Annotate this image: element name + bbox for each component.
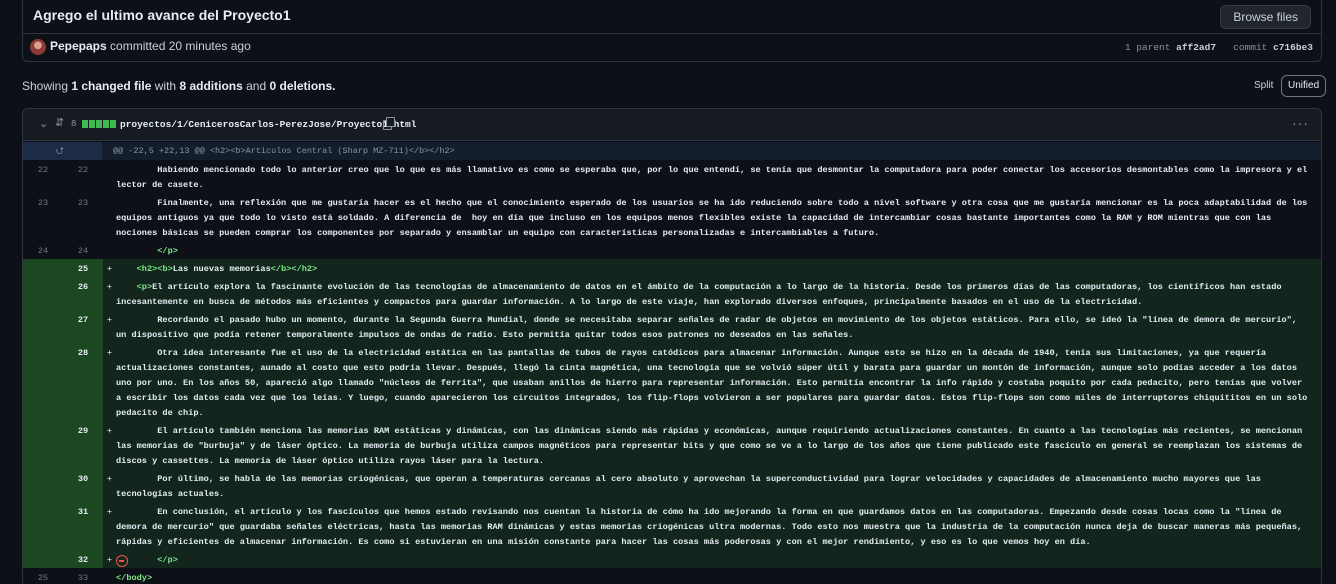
committed-time: committed 20 minutes ago (110, 39, 251, 53)
new-line-number[interactable]: 27 (63, 310, 103, 343)
diff-line-added: 28 + Otra idea interesante fue el uso de … (23, 343, 1321, 421)
new-line-number[interactable]: 30 (63, 469, 103, 502)
diff-sign (103, 193, 116, 241)
diff-line-added: 27 + Recordando el pasado hubo un momento… (23, 310, 1321, 343)
diff-line-added: 25 + <h2><b>Las nuevas memorias</b></h2> (23, 259, 1321, 277)
split-view-button[interactable]: Split (1247, 76, 1280, 96)
code-text: Finalmente, una reflexión que me gustarí… (116, 198, 1313, 238)
new-line-number[interactable]: 31 (63, 502, 103, 550)
file-path[interactable]: proyectos/1/CenicerosCarlos-PerezJose/Pr… (120, 119, 416, 130)
new-line-number[interactable]: 25 (63, 259, 103, 277)
summary-deletions: 0 deletions. (269, 79, 336, 93)
diff-sign: + (106, 282, 113, 292)
hunk-header: ⮍ @@ -22,5 +22,13 @@ <h2><b>Articulos Ce… (23, 142, 1321, 160)
old-line-number[interactable] (23, 343, 63, 421)
expand-icon[interactable]: ⇵ (55, 116, 64, 129)
diff-line-context: 22 22 Habiendo mencionado todo lo anterio… (23, 160, 1321, 193)
summary-and: and (246, 79, 267, 93)
diff-body: 22 22 Habiendo mencionado todo lo anterio… (23, 160, 1321, 584)
summary-middle: with (154, 79, 177, 93)
new-line-number[interactable]: 23 (63, 193, 103, 241)
old-line-number[interactable]: 24 (23, 241, 63, 259)
unified-view-button[interactable]: Unified (1281, 75, 1327, 97)
code-text: Otra idea interesante fue el uso de la e… (116, 348, 1313, 418)
commit-label: commit (1233, 42, 1268, 53)
old-line-number[interactable]: 25 (23, 568, 63, 584)
new-line-number[interactable]: 26 (63, 277, 103, 310)
diff-line-added: 31 + En conclusión, el artículo y los fas… (23, 502, 1321, 550)
code-text: Recordando el pasado hubo un momento, du… (116, 315, 1303, 340)
no-entry-icon (116, 555, 128, 567)
file-diff: ⌄ ⇵ 8 proyectos/1/CenicerosCarlos-PerezJ… (22, 108, 1322, 584)
old-line-number[interactable]: 23 (23, 193, 63, 241)
commit-hashes: 1 parent aff2ad7 commit c716be3 (1125, 42, 1313, 53)
diff-line-context: 24 24 </p> (23, 241, 1321, 259)
kebab-icon[interactable]: ··· (1292, 115, 1309, 131)
old-line-number[interactable]: 22 (23, 160, 63, 193)
commit-meta: Pepepaps committed 20 minutes ago 1 pare… (23, 33, 1321, 61)
old-line-number[interactable] (23, 310, 63, 343)
hunk-expander[interactable]: ⮍ (23, 142, 102, 160)
diff-summary: Showing 1 changed file with 8 additions … (22, 79, 336, 93)
code-text: <p>El artículo explora la fascinante evo… (116, 282, 1287, 307)
old-line-number[interactable] (23, 469, 63, 502)
code-text: </p> (157, 246, 178, 256)
diff-line-context: 25 33 </body> (23, 568, 1321, 584)
code-text: Habiendo mencionado todo lo anterior cre… (116, 165, 1313, 190)
commit-hash: c716be3 (1273, 42, 1313, 53)
diff-sign: + (106, 348, 113, 358)
summary-prefix: Showing (22, 79, 69, 93)
diff-line-added: 29 + El artículo también menciona las mem… (23, 421, 1321, 469)
summary-files[interactable]: 1 changed file (71, 79, 151, 93)
code-text: </p> (157, 555, 178, 565)
old-line-number[interactable] (23, 421, 63, 469)
new-line-number[interactable]: 32 (63, 550, 103, 568)
diff-sign: + (106, 426, 113, 436)
new-line-number[interactable]: 29 (63, 421, 103, 469)
code-text: El artículo también menciona las memoria… (116, 426, 1308, 466)
change-count: 8 (71, 119, 77, 129)
avatar[interactable] (30, 39, 46, 55)
code-text: <h2><b>Las nuevas memorias</b></h2> (136, 264, 318, 274)
copy-icon[interactable] (383, 117, 395, 130)
diff-sign: + (106, 507, 113, 517)
diffstat-blocks (82, 120, 116, 128)
parent-hash-link[interactable]: aff2ad7 (1176, 42, 1216, 53)
parent-label: 1 parent (1124, 42, 1171, 53)
commit-header: Agrego el ultimo avance del Proyecto1 Br… (22, 0, 1322, 62)
browse-files-button[interactable]: Browse files (1220, 5, 1311, 29)
chevron-down-icon[interactable]: ⌄ (39, 117, 48, 130)
diff-sign: + (106, 474, 113, 484)
old-line-number[interactable] (23, 259, 63, 277)
diff-line-added: 26 + <p>El artículo explora la fascinante… (23, 277, 1321, 310)
diff-line-context: 23 23 Finalmente, una reflexión que me gu… (23, 193, 1321, 241)
code-text: En conclusión, el artículo y los fascícu… (116, 507, 1308, 547)
diff-sign (103, 568, 116, 584)
diff-sign: + (106, 264, 113, 274)
old-line-number[interactable] (23, 277, 63, 310)
expand-up-icon[interactable]: ⮍ (56, 144, 64, 161)
new-line-number[interactable]: 33 (63, 568, 103, 584)
code-text: </body> (116, 573, 153, 583)
new-line-number[interactable]: 28 (63, 343, 103, 421)
diff-line-added: 32 + </p> (23, 550, 1321, 568)
summary-additions: 8 additions (179, 79, 243, 93)
diff-sign: + (106, 315, 113, 325)
new-line-number[interactable]: 24 (63, 241, 103, 259)
diff-sign (103, 241, 116, 259)
new-line-number[interactable]: 22 (63, 160, 103, 193)
old-line-number[interactable] (23, 502, 63, 550)
code-text: Por último, se habla de las memorias cri… (116, 474, 1267, 499)
author-link[interactable]: Pepepaps (50, 39, 107, 53)
diff-line-added: 30 + Por último, se habla de las memorias… (23, 469, 1321, 502)
hunk-header-text: @@ -22,5 +22,13 @@ <h2><b>Articulos Cent… (113, 146, 455, 156)
commit-title: Agrego el ultimo avance del Proyecto1 (33, 7, 291, 23)
file-header: ⌄ ⇵ 8 proyectos/1/CenicerosCarlos-PerezJ… (23, 109, 1321, 141)
commit-author-line: Pepepaps committed 20 minutes ago (50, 39, 251, 53)
diff-sign (103, 160, 116, 193)
diff-sign: + (106, 555, 113, 565)
old-line-number[interactable] (23, 550, 63, 568)
